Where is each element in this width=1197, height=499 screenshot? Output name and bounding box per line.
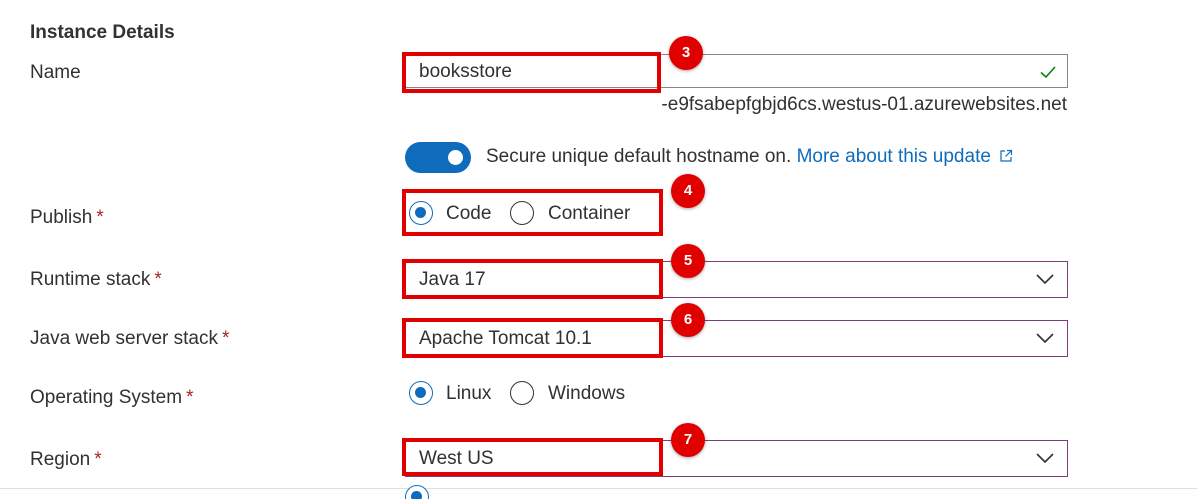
toggle-knob (448, 150, 463, 165)
operating-system-label: Operating System * (30, 387, 193, 409)
publish-label: Publish * (30, 207, 104, 229)
annotation-box-name (402, 52, 661, 93)
annotation-box-region (402, 438, 663, 476)
annotation-box-runtime (402, 259, 663, 299)
chevron-down-icon (1036, 274, 1054, 285)
external-link-icon (1000, 149, 1013, 162)
secure-hostname-label: Secure unique default hostname on. (486, 146, 792, 167)
required-asterisk: * (186, 387, 194, 408)
chevron-down-icon (1036, 333, 1054, 344)
os-linux-label[interactable]: Linux (446, 383, 491, 405)
partial-radio-option[interactable] (405, 485, 429, 499)
operating-system-label-text: Operating System (30, 387, 183, 408)
java-web-server-stack-label: Java web server stack * (30, 328, 229, 350)
secure-hostname-toggle[interactable] (405, 142, 471, 173)
more-about-update-link[interactable]: More about this update (797, 146, 1014, 167)
annotation-marker-4: 4 (671, 174, 705, 208)
annotation-marker-7: 7 (671, 423, 705, 457)
section-title: Instance Details (30, 22, 175, 43)
annotation-box-publish (402, 189, 663, 236)
name-label: Name (30, 62, 81, 84)
os-windows-radio[interactable] (510, 381, 534, 405)
hostname-suffix: -e9fsabepfgbjd6cs.westus-01.azurewebsite… (661, 94, 1067, 115)
chevron-down-icon (1036, 453, 1054, 464)
region-label: Region * (30, 449, 102, 471)
required-asterisk: * (221, 328, 230, 349)
annotation-marker-3: 3 (669, 36, 703, 70)
bottom-divider (0, 488, 1197, 489)
runtime-stack-label: Runtime stack * (30, 269, 162, 291)
os-linux-radio[interactable] (409, 381, 433, 405)
required-asterisk: * (154, 269, 162, 290)
os-windows-label[interactable]: Windows (548, 383, 625, 405)
required-asterisk: * (96, 207, 104, 228)
required-asterisk: * (94, 449, 102, 470)
name-label-text: Name (30, 62, 81, 83)
checkmark-icon (1040, 66, 1056, 79)
annotation-marker-5: 5 (671, 244, 705, 278)
more-about-update-link-text: More about this update (796, 146, 991, 167)
java-web-server-stack-label-text: Java web server stack (30, 328, 218, 349)
annotation-box-java-server (402, 318, 663, 358)
publish-label-text: Publish (30, 207, 93, 228)
annotation-marker-6: 6 (671, 303, 705, 337)
runtime-stack-label-text: Runtime stack (30, 269, 151, 290)
secure-hostname-text: Secure unique default hostname on. More … (486, 146, 1013, 168)
region-label-text: Region (30, 449, 91, 470)
